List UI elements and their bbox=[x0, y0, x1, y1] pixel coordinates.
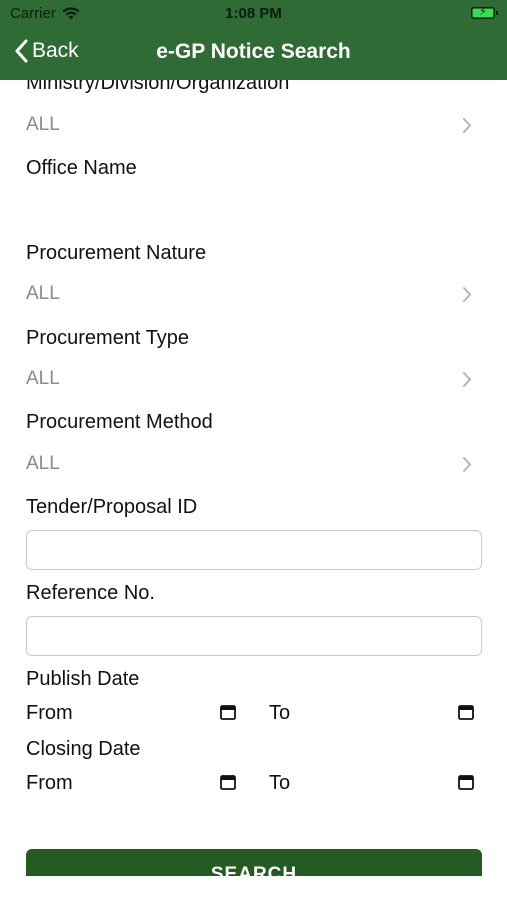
procurement-method-label: Procurement Method bbox=[26, 411, 213, 433]
status-bar: Carrier 1:08 PM ⚡ bbox=[0, 0, 507, 28]
bottom-edge bbox=[0, 876, 507, 900]
calendar-icon[interactable] bbox=[220, 704, 236, 720]
closing-date-label: Closing Date bbox=[26, 738, 141, 760]
back-button[interactable]: Back bbox=[14, 39, 79, 63]
ministry-value: ALL bbox=[26, 114, 60, 135]
office-name-label: Office Name bbox=[26, 157, 137, 179]
office-name-select[interactable] bbox=[0, 190, 507, 230]
navigation-bar: Back e-GP Notice Search bbox=[0, 28, 507, 80]
publish-to-label: To bbox=[269, 702, 291, 724]
reference-no-input[interactable] bbox=[26, 616, 482, 656]
procurement-nature-label: Procurement Nature bbox=[26, 242, 207, 264]
chevron-right-icon bbox=[463, 118, 472, 133]
closing-from-label: From bbox=[26, 772, 73, 794]
status-time: 1:08 PM bbox=[225, 5, 282, 22]
publish-from-label: From bbox=[26, 702, 73, 724]
chevron-left-icon bbox=[15, 39, 28, 63]
procurement-method-value: ALL bbox=[26, 453, 60, 474]
procurement-nature-select[interactable]: ALL bbox=[0, 275, 507, 315]
reference-no-label: Reference No. bbox=[26, 582, 155, 604]
procurement-method-select[interactable]: ALL bbox=[0, 445, 507, 485]
chevron-right-icon bbox=[463, 287, 472, 302]
procurement-type-value: ALL bbox=[26, 368, 60, 389]
chevron-right-icon bbox=[463, 372, 472, 387]
procurement-nature-value: ALL bbox=[26, 283, 60, 304]
tender-id-input[interactable] bbox=[26, 530, 482, 570]
publish-date-row: From To bbox=[0, 700, 507, 730]
closing-date-row: From To bbox=[0, 770, 507, 800]
battery-charging-icon: ⚡ bbox=[471, 6, 498, 19]
calendar-icon[interactable] bbox=[458, 704, 474, 720]
publish-date-label: Publish Date bbox=[26, 668, 140, 690]
procurement-type-label: Procurement Type bbox=[26, 327, 190, 349]
ministry-select[interactable]: ALL bbox=[0, 106, 507, 146]
tender-id-label: Tender/Proposal ID bbox=[26, 496, 198, 518]
back-label: Back bbox=[32, 39, 79, 62]
search-form[interactable]: Ministry/Division/Organization ALL Offic… bbox=[0, 80, 507, 876]
search-button[interactable]: SEARCH bbox=[26, 849, 482, 876]
chevron-right-icon bbox=[463, 457, 472, 472]
calendar-icon[interactable] bbox=[458, 774, 474, 790]
ministry-label: Ministry/Division/Organization bbox=[26, 80, 290, 94]
closing-to-label: To bbox=[269, 772, 291, 794]
procurement-type-select[interactable]: ALL bbox=[0, 360, 507, 400]
calendar-icon[interactable] bbox=[220, 774, 236, 790]
